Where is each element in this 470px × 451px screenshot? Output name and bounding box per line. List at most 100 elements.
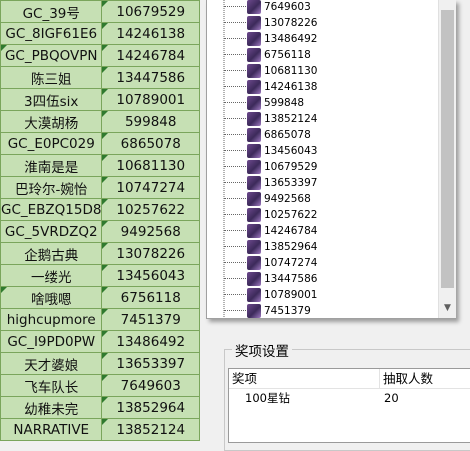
id-cell[interactable]: 10789001 [101,88,200,111]
prize-list-view[interactable]: 奖项 抽取人数 100星钻 20 [228,368,470,443]
name-cell[interactable]: 一缕光 [0,264,103,287]
name-cell[interactable]: 飞车队长 [0,374,103,397]
tree-item[interactable]: 10681130 [223,63,443,79]
name-cell[interactable]: 陈三姐 [0,66,103,89]
name-cell[interactable]: GC_8IGF61E6 [0,22,103,45]
id-cell[interactable]: 13852124 [101,418,200,441]
tree-item[interactable]: 13653397 [223,175,443,191]
name-cell[interactable]: 啥哦嗯 [0,286,103,309]
tree-branch-line [224,150,246,151]
name-cell[interactable]: highcupmore [0,308,103,331]
name-cell[interactable]: 大漠胡杨 [0,110,103,133]
id-cell[interactable]: 14246138 [101,22,200,45]
tree-item-label: 13653397 [264,177,318,189]
purple-flower-thumbnail-icon [247,96,261,110]
scrollbar-thumb[interactable] [441,10,454,288]
name-cell[interactable]: GC_E0PC029 [0,132,103,155]
sheet-row: GC_39号 10679529 [0,0,200,23]
tree-item-label: 10681130 [264,65,318,77]
sheet-row: 啥哦嗯 6756118 [0,286,200,309]
prize-list-row[interactable]: 100星钻 20 [229,389,470,407]
tree-item-label: 10257622 [264,209,318,221]
tree-item[interactable]: 13456043 [223,143,443,159]
purple-flower-thumbnail-icon [247,288,261,302]
chevron-down-icon[interactable]: ▼ [439,300,456,317]
purple-flower-thumbnail-icon [247,192,261,206]
tree-item[interactable]: 13852964 [223,239,443,255]
id-cell[interactable]: 14246784 [101,44,200,67]
sheet-row: highcupmore 7451379 [0,308,200,331]
tree-branch-line [224,278,246,279]
participant-tree-list[interactable]: 7649603 13078226 13486492 6756118 10681130 14… [206,0,456,319]
id-cell[interactable]: 6756118 [101,286,200,309]
tree-item[interactable]: 10789001 [223,287,443,303]
tree-item[interactable]: 7451379 [223,303,443,319]
tree-item[interactable]: 599848 [223,95,443,111]
id-cell[interactable]: 10747274 [101,176,200,199]
column-header-count[interactable]: 抽取人数 [380,369,470,388]
prize-settings-title: 奖项设置 [232,340,292,360]
tree-item-label: 10747274 [264,257,318,269]
name-cell[interactable]: 巴玲尔-婉怡 [0,176,103,199]
name-cell[interactable]: GC_39号 [0,0,103,23]
tree-item[interactable]: 13486492 [223,31,443,47]
name-cell[interactable]: 3四伍six [0,88,103,111]
purple-flower-thumbnail-icon [247,272,261,286]
name-cell[interactable]: 幼稚未完 [0,396,103,419]
purple-flower-thumbnail-icon [247,112,261,126]
id-cell[interactable]: 7649603 [101,374,200,397]
id-cell[interactable]: 13653397 [101,352,200,375]
purple-flower-thumbnail-icon [247,256,261,270]
spreadsheet-table: GC_39号 10679529 GC_8IGF61E6 14246138 GC_PBQO… [0,0,200,441]
tree-item-label: 14246784 [264,225,318,237]
sheet-row: 企鹅古典 13078226 [0,242,200,265]
tree-item[interactable]: 6865078 [223,127,443,143]
tree-item[interactable]: 10679529 [223,159,443,175]
tree-item[interactable]: 9492568 [223,191,443,207]
id-cell[interactable]: 10681130 [101,154,200,177]
column-header-prize[interactable]: 奖项 [229,369,380,388]
id-cell[interactable]: 599848 [101,110,200,133]
tree-item-label: 13447586 [264,273,318,285]
id-cell[interactable]: 9492568 [101,220,200,243]
id-cell[interactable]: 6865078 [101,132,200,155]
tree-vertical-scrollbar[interactable]: ▼ [438,0,456,318]
tree-item[interactable]: 6756118 [223,47,443,63]
id-cell[interactable]: 7451379 [101,308,200,331]
id-cell[interactable]: 13078226 [101,242,200,265]
name-cell[interactable]: GC_I9PD0PW [0,330,103,353]
tree-item[interactable]: 13078226 [223,15,443,31]
tree-item[interactable]: 7649603 [223,0,443,15]
tree-item[interactable]: 14246138 [223,79,443,95]
id-cell[interactable]: 13456043 [101,264,200,287]
name-cell[interactable]: GC_EBZQ15D8 [0,198,103,221]
tree-item[interactable]: 10747274 [223,255,443,271]
purple-flower-thumbnail-icon [247,240,261,254]
tree-item[interactable]: 10257622 [223,207,443,223]
name-cell[interactable]: 天才婆娘 [0,352,103,375]
tree-branch-line [224,134,246,135]
name-cell[interactable]: GC_5VRDZQ2 [0,220,103,243]
name-cell[interactable]: 企鹅古典 [0,242,103,265]
tree-item[interactable]: 14246784 [223,223,443,239]
spreadsheet-grid[interactable]: GC_39号 10679529 GC_8IGF61E6 14246138 GC_PBQO… [0,0,200,441]
id-cell[interactable]: 10679529 [101,0,200,23]
name-cell[interactable]: 淮南是是 [0,154,103,177]
purple-flower-thumbnail-icon [247,128,261,142]
id-cell[interactable]: 13852964 [101,396,200,419]
id-cell[interactable]: 13486492 [101,330,200,353]
name-cell[interactable]: NARRATIVE [0,418,103,441]
tree-branch-line [224,54,246,55]
tree-item[interactable]: 13852124 [223,111,443,127]
sheet-row: 3四伍six 10789001 [0,88,200,111]
tree-item[interactable]: 13447586 [223,271,443,287]
tree-item-label: 7649603 [264,1,311,13]
purple-flower-thumbnail-icon [247,176,261,190]
tree-branch-line [224,262,246,263]
sheet-row: 飞车队长 7649603 [0,374,200,397]
tree-branch-line [224,22,246,23]
tree-item-label: 10789001 [264,289,318,301]
id-cell[interactable]: 13447586 [101,66,200,89]
name-cell[interactable]: GC_PBQOVPN [0,44,103,67]
id-cell[interactable]: 10257622 [101,198,200,221]
